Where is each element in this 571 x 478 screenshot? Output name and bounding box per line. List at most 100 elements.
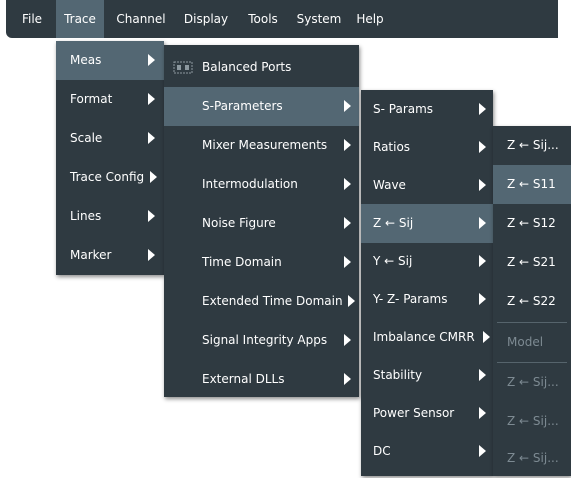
submenu-arrow-icon <box>348 295 355 307</box>
meas-menu-item-signal-integrity-apps[interactable]: Signal Integrity Apps <box>164 321 359 360</box>
menu-item-label: Y- Z- Params <box>373 292 448 306</box>
menu-item-label: Signal Integrity Apps <box>202 333 328 347</box>
z-sij-menu: Z ← Sij... Z ← S11 Z ← S12 Z ← S21 Z ← S… <box>493 126 571 476</box>
submenu-arrow-icon <box>344 178 351 190</box>
trace-menu-item-format[interactable]: Format <box>56 80 164 119</box>
menu-item-label: Z ← Sij <box>373 216 414 230</box>
submenu-arrow-icon <box>479 217 486 229</box>
z-sij-menu-item-z-s11[interactable]: Z ← S11 <box>493 165 571 204</box>
menu-item-label: Imbalance CMRR <box>373 330 475 344</box>
menu-item-label: Z ← Sij... <box>507 138 559 152</box>
z-sij-menu-item-disabled: Z ← Sij... <box>493 439 571 478</box>
s-params-menu-item-stability[interactable]: Stability <box>361 356 493 395</box>
submenu-arrow-icon <box>479 369 486 381</box>
meas-menu-item-mixer-measurements[interactable]: Mixer Measurements <box>164 126 359 165</box>
menu-item-label: Z ← S22 <box>507 294 556 308</box>
menu-item-label: Model <box>507 335 544 349</box>
menu-tools[interactable]: Tools <box>240 0 286 38</box>
meas-menu: Balanced Ports S-Parameters Mixer Measur… <box>164 45 359 397</box>
submenu-arrow-icon <box>148 54 155 66</box>
submenu-arrow-icon <box>479 445 486 457</box>
s-params-menu-item-s-params[interactable]: S- Params <box>361 90 493 129</box>
menu-display[interactable]: Display <box>178 0 234 38</box>
menu-item-label: Marker <box>70 248 112 262</box>
meas-menu-item-balanced-ports[interactable]: Balanced Ports <box>164 48 359 87</box>
menu-item-label: Z ← S12 <box>507 216 556 230</box>
menu-item-label: S-Parameters <box>202 99 283 113</box>
s-params-menu-item-wave[interactable]: Wave <box>361 166 493 205</box>
trace-menu-item-meas[interactable]: Meas <box>56 41 164 80</box>
submenu-arrow-icon <box>479 179 486 191</box>
menu-item-label: Intermodulation <box>202 177 298 191</box>
trace-menu-item-lines[interactable]: Lines <box>56 197 164 236</box>
z-sij-menu-item-z-s22[interactable]: Z ← S22 <box>493 282 571 321</box>
s-params-menu-item-z-sij[interactable]: Z ← Sij <box>361 204 493 243</box>
submenu-arrow-icon <box>483 331 490 343</box>
submenu-arrow-icon <box>344 373 351 385</box>
menu-system[interactable]: System <box>292 0 346 38</box>
menu-trace[interactable]: Trace <box>56 0 104 38</box>
meas-menu-item-extended-time-domain[interactable]: Extended Time Domain <box>164 282 359 321</box>
z-sij-menu-item-disabled: Z ← Sij... <box>493 402 571 441</box>
submenu-arrow-icon <box>344 139 351 151</box>
submenu-arrow-icon <box>148 210 155 222</box>
s-params-menu-item-y-sij[interactable]: Y ← Sij <box>361 242 493 281</box>
menu-item-label: Mixer Measurements <box>202 138 328 152</box>
trace-menu: Meas Format Scale Trace Config Lines Mar… <box>56 41 164 275</box>
menu-item-label: Ratios <box>373 140 411 154</box>
z-sij-menu-item-disabled: Z ← Sij... <box>493 363 571 402</box>
menu-item-label: Meas <box>70 53 102 67</box>
s-params-menu-item-ratios[interactable]: Ratios <box>361 128 493 167</box>
meas-menu-item-intermodulation[interactable]: Intermodulation <box>164 165 359 204</box>
submenu-arrow-icon <box>148 132 155 144</box>
submenu-arrow-icon <box>344 217 351 229</box>
z-sij-menu-item-z-s12[interactable]: Z ← S12 <box>493 204 571 243</box>
menu-item-label: Z ← Sij... <box>507 375 559 389</box>
trace-menu-item-scale[interactable]: Scale <box>56 119 164 158</box>
trace-menu-item-marker[interactable]: Marker <box>56 236 164 275</box>
menu-item-label: Z ← S21 <box>507 255 556 269</box>
menu-item-label: Noise Figure <box>202 216 276 230</box>
submenu-arrow-icon <box>148 93 155 105</box>
menu-channel[interactable]: Channel <box>110 0 172 38</box>
menu-item-label: Y ← Sij <box>373 254 413 268</box>
submenu-arrow-icon <box>150 171 157 183</box>
menu-item-label: Time Domain <box>202 255 282 269</box>
submenu-arrow-icon <box>344 334 351 346</box>
s-params-menu-item-y-z-params[interactable]: Y- Z- Params <box>361 280 493 319</box>
submenu-arrow-icon <box>479 293 486 305</box>
menu-item-label: Z ← Sij... <box>507 451 559 465</box>
menu-bar: File Trace Channel Display Tools System … <box>6 0 558 38</box>
meas-menu-item-external-dlls[interactable]: External DLLs <box>164 360 359 399</box>
s-params-menu-item-dc[interactable]: DC <box>361 432 493 471</box>
meas-menu-item-noise-figure[interactable]: Noise Figure <box>164 204 359 243</box>
menu-item-label: DC <box>373 444 391 458</box>
menu-item-label: Scale <box>70 131 103 145</box>
menu-help[interactable]: Help <box>352 0 388 38</box>
menu-item-label: External DLLs <box>202 372 285 386</box>
z-sij-menu-item-z-sij-dialog[interactable]: Z ← Sij... <box>493 126 571 165</box>
trace-menu-item-trace-config[interactable]: Trace Config <box>56 158 164 197</box>
menu-item-label: Wave <box>373 178 406 192</box>
meas-menu-item-s-parameters[interactable]: S-Parameters <box>164 87 359 126</box>
z-sij-menu-model-header: Model <box>493 323 571 362</box>
menu-item-label: Trace Config <box>70 170 145 184</box>
submenu-arrow-icon <box>479 407 486 419</box>
menu-item-label: Extended Time Domain <box>202 294 343 308</box>
menu-item-label: S- Params <box>373 102 434 116</box>
menu-item-label: Z ← Sij... <box>507 414 559 428</box>
submenu-arrow-icon <box>479 103 486 115</box>
s-params-menu-item-imbalance-cmrr[interactable]: Imbalance CMRR <box>361 318 493 357</box>
s-params-menu-item-power-sensor[interactable]: Power Sensor <box>361 394 493 433</box>
submenu-arrow-icon <box>479 141 486 153</box>
menu-file[interactable]: File <box>14 0 50 38</box>
s-parameters-menu: S- Params Ratios Wave Z ← Sij Y ← Sij Y-… <box>361 90 493 476</box>
menu-item-label: Z ← S11 <box>507 177 556 191</box>
menu-item-label: Balanced Ports <box>202 60 292 74</box>
submenu-arrow-icon <box>344 100 351 112</box>
meas-menu-item-time-domain[interactable]: Time Domain <box>164 243 359 282</box>
submenu-arrow-icon <box>148 249 155 261</box>
z-sij-menu-item-z-s21[interactable]: Z ← S21 <box>493 243 571 282</box>
menu-item-label: Power Sensor <box>373 406 455 420</box>
balanced-ports-icon <box>173 61 193 74</box>
